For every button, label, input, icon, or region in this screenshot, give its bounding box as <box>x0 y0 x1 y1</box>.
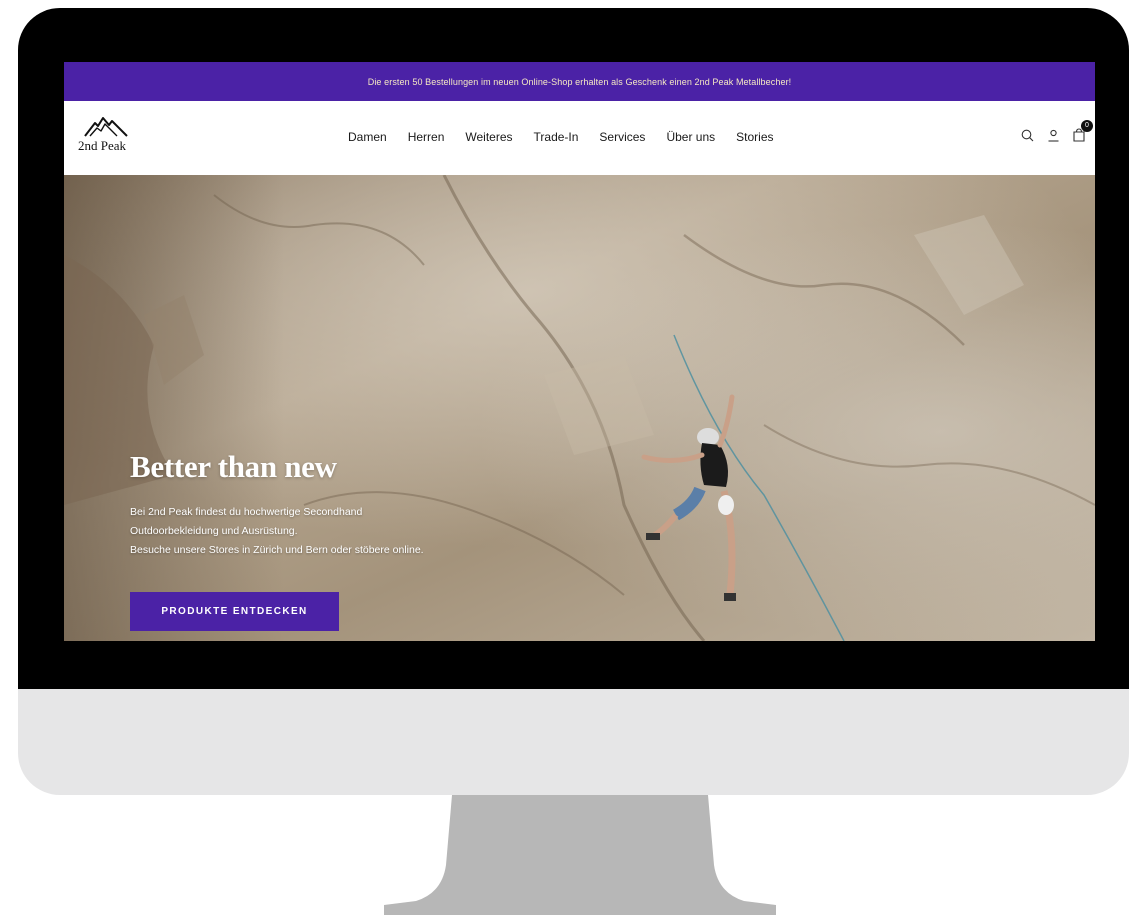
hero-banner: Better than new Bei 2nd Peak findest du … <box>64 175 1095 641</box>
announcement-bar: Die ersten 50 Bestellungen im neuen Onli… <box>64 62 1095 101</box>
site-header: 2nd Peak Damen Herren Weiteres Trade-In … <box>64 101 1095 175</box>
hero-line: Outdoorbekleidung und Ausrüstung. <box>130 525 298 537</box>
nav-item-herren[interactable]: Herren <box>408 130 445 144</box>
discover-products-button[interactable]: PRODUKTE ENTDECKEN <box>130 592 339 631</box>
nav-item-services[interactable]: Services <box>599 130 645 144</box>
nav-item-damen[interactable]: Damen <box>348 130 387 144</box>
hero-line: Besuche unsere Stores in Zürich und Bern… <box>130 544 424 556</box>
hero-title: Better than new <box>130 449 337 484</box>
monitor-chin <box>18 689 1129 795</box>
cart-count-badge: 0 <box>1081 120 1093 132</box>
brand-logo[interactable]: 2nd Peak <box>78 115 134 163</box>
cart-icon[interactable]: 0 <box>1071 120 1093 143</box>
browser-screen: Die ersten 50 Bestellungen im neuen Onli… <box>64 62 1095 641</box>
search-icon[interactable] <box>1019 127 1035 143</box>
hero-description: Bei 2nd Peak findest du hochwertige Seco… <box>130 503 424 560</box>
nav-item-ueber-uns[interactable]: Über uns <box>666 130 715 144</box>
nav-item-trade-in[interactable]: Trade-In <box>534 130 579 144</box>
main-nav: Damen Herren Weiteres Trade-In Services … <box>348 130 795 144</box>
announcement-text: Die ersten 50 Bestellungen im neuen Onli… <box>367 76 792 87</box>
nav-item-stories[interactable]: Stories <box>736 130 773 144</box>
mountain-logo-icon <box>84 117 128 137</box>
logo-text: 2nd Peak <box>78 138 127 153</box>
monitor-stand <box>384 795 776 915</box>
hero-climbing-photo <box>64 175 1095 641</box>
header-icons: 0 <box>1019 120 1093 143</box>
hero-line: Bei 2nd Peak findest du hochwertige Seco… <box>130 506 363 518</box>
nav-item-weiteres[interactable]: Weiteres <box>465 130 512 144</box>
account-icon[interactable] <box>1045 127 1061 143</box>
